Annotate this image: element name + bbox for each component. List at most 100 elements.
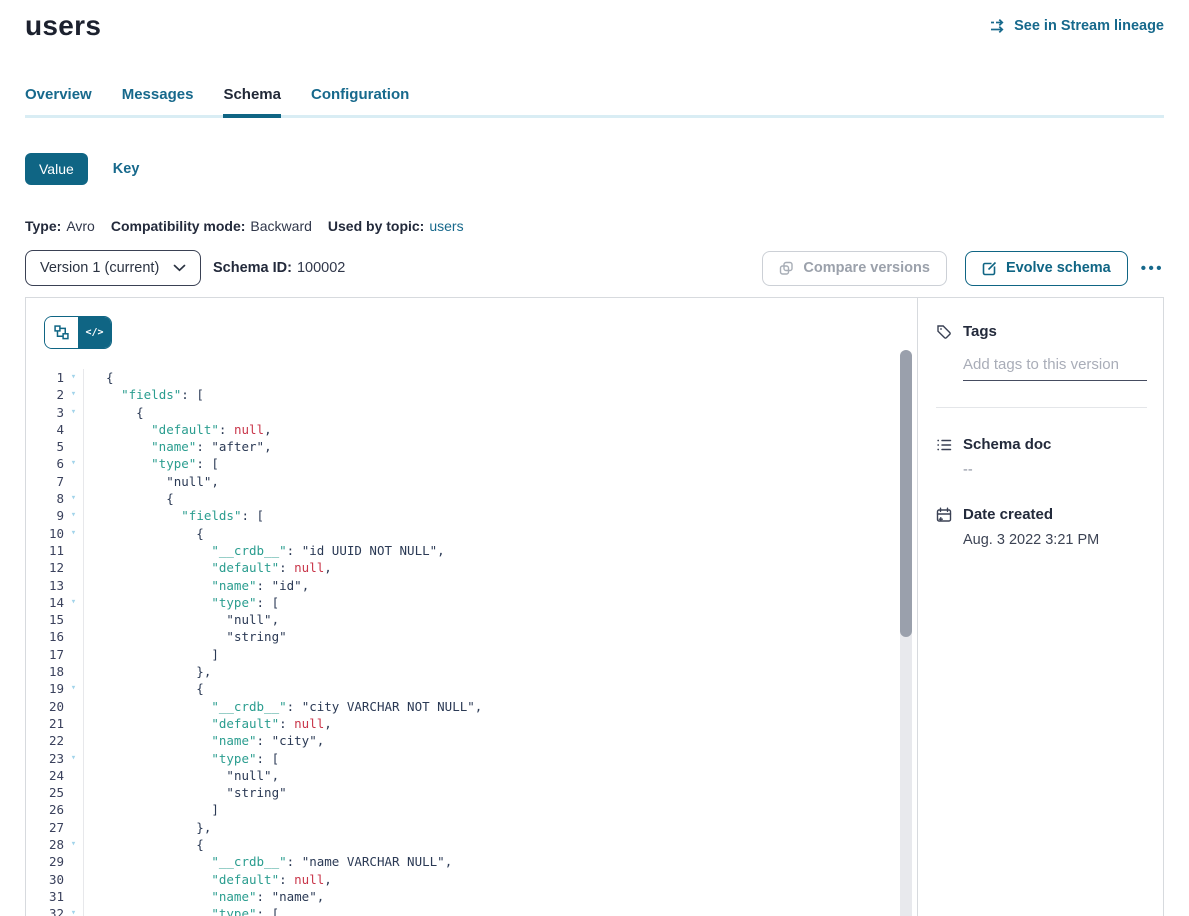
code-line: 20 "__crdb__": "city VARCHAR NOT NULL", — [44, 698, 917, 715]
fold-toggle-icon[interactable]: ▾ — [64, 680, 83, 697]
tree-view-button[interactable] — [45, 317, 78, 348]
code-line: 30 "default": null, — [44, 871, 917, 888]
line-number: 27 — [44, 819, 64, 836]
topic-link[interactable]: users — [429, 218, 463, 234]
value-toggle-button[interactable]: Value — [25, 153, 88, 185]
code-text: "name": "city", — [83, 732, 917, 749]
code-line: 10▾ { — [44, 525, 917, 542]
code-line: 26 ] — [44, 801, 917, 818]
fold-spacer — [64, 438, 83, 455]
line-number: 10 — [44, 525, 64, 542]
fold-spacer — [64, 628, 83, 645]
fold-spacer — [64, 611, 83, 628]
evolve-schema-button[interactable]: Evolve schema — [965, 251, 1128, 286]
code-line: 29 "__crdb__": "name VARCHAR NULL", — [44, 853, 917, 870]
fold-toggle-icon[interactable]: ▾ — [64, 905, 83, 916]
fold-toggle-icon[interactable]: ▾ — [64, 369, 83, 386]
code-text: "default": null, — [83, 559, 917, 576]
code-line: 27 }, — [44, 819, 917, 836]
code-text: { — [83, 404, 917, 421]
code-view-button[interactable]: </> — [78, 317, 111, 348]
code-line: 7 "null", — [44, 473, 917, 490]
date-created-title: Date created — [963, 506, 1053, 523]
type-value: Avro — [66, 218, 95, 234]
key-toggle-button[interactable]: Key — [113, 161, 140, 177]
fold-spacer — [64, 542, 83, 559]
line-number: 4 — [44, 421, 64, 438]
line-number: 31 — [44, 888, 64, 905]
line-number: 3 — [44, 404, 64, 421]
fold-toggle-icon[interactable]: ▾ — [64, 507, 83, 524]
code-text: "type": [ — [83, 750, 917, 767]
fold-toggle-icon[interactable]: ▾ — [64, 490, 83, 507]
tab-configuration[interactable]: Configuration — [311, 86, 409, 118]
code-line: 24 "null", — [44, 767, 917, 784]
line-number: 6 — [44, 455, 64, 472]
tab-bar-underline-track — [25, 115, 1164, 118]
code-text: "default": null, — [83, 871, 917, 888]
code-text: { — [83, 369, 917, 386]
fold-toggle-icon[interactable]: ▾ — [64, 455, 83, 472]
code-line: 5 "name": "after", — [44, 438, 917, 455]
line-number: 13 — [44, 577, 64, 594]
scrollbar-thumb[interactable] — [900, 350, 912, 637]
schema-id: Schema ID:100002 — [213, 260, 345, 276]
code-line: 6▾ "type": [ — [44, 455, 917, 472]
code-line: 1▾{ — [44, 369, 917, 386]
fold-toggle-icon[interactable]: ▾ — [64, 404, 83, 421]
version-action-bar: Version 1 (current) Schema ID:100002 Com… — [25, 250, 1164, 286]
code-line: 19▾ { — [44, 680, 917, 697]
fold-toggle-icon[interactable]: ▾ — [64, 525, 83, 542]
line-number: 5 — [44, 438, 64, 455]
see-in-stream-lineage-link[interactable]: See in Stream lineage — [989, 18, 1164, 34]
tags-title: Tags — [963, 323, 997, 340]
fold-toggle-icon[interactable]: ▾ — [64, 594, 83, 611]
compare-versions-button[interactable]: Compare versions — [762, 251, 947, 286]
tags-section: Tags — [936, 323, 1147, 381]
fold-spacer — [64, 421, 83, 438]
compare-icon — [779, 261, 794, 276]
code-line: 17 ] — [44, 646, 917, 663]
version-select[interactable]: Version 1 (current) — [25, 250, 201, 286]
code-text: { — [83, 836, 917, 853]
chevron-down-icon — [173, 264, 186, 272]
more-actions-button[interactable]: ••• — [1141, 260, 1164, 277]
schema-doc-section: Schema doc -- — [936, 436, 1147, 478]
line-number: 28 — [44, 836, 64, 853]
fold-spacer — [64, 871, 83, 888]
line-number: 8 — [44, 490, 64, 507]
fold-toggle-icon[interactable]: ▾ — [64, 750, 83, 767]
code-line: 21 "default": null, — [44, 715, 917, 732]
line-number: 26 — [44, 801, 64, 818]
fold-toggle-icon[interactable]: ▾ — [64, 836, 83, 853]
line-number: 12 — [44, 559, 64, 576]
page-header: users See in Stream lineage — [25, 10, 1164, 42]
line-number: 21 — [44, 715, 64, 732]
line-number: 14 — [44, 594, 64, 611]
code-text: "type": [ — [83, 905, 917, 916]
add-tags-input[interactable] — [963, 356, 1147, 381]
code-text: "__crdb__": "id UUID NOT NULL", — [83, 542, 917, 559]
schema-sidebar: Tags Schema doc — [917, 298, 1163, 916]
fold-toggle-icon[interactable]: ▾ — [64, 386, 83, 403]
vertical-scrollbar[interactable] — [900, 350, 912, 916]
schema-panel: </> 1▾{2▾ "fields": [3▾ {4 "default": nu… — [25, 297, 1164, 916]
code-line: 25 "string" — [44, 784, 917, 801]
tab-messages[interactable]: Messages — [122, 86, 194, 118]
schema-code-viewer: </> 1▾{2▾ "fields": [3▾ {4 "default": nu… — [26, 298, 917, 916]
version-select-value: Version 1 (current) — [40, 260, 159, 276]
compare-button-label: Compare versions — [803, 260, 930, 276]
tag-icon — [936, 324, 952, 340]
fold-spacer — [64, 559, 83, 576]
code-text: ] — [83, 801, 917, 818]
tab-overview[interactable]: Overview — [25, 86, 92, 118]
code-text: "null", — [83, 473, 917, 490]
code-line: 18 }, — [44, 663, 917, 680]
date-created-header: Date created — [936, 506, 1147, 523]
code-line: 9▾ "fields": [ — [44, 507, 917, 524]
line-number: 24 — [44, 767, 64, 784]
tab-schema[interactable]: Schema — [223, 86, 281, 118]
compatibility-value: Backward — [250, 218, 311, 234]
tree-view-icon — [54, 325, 69, 340]
code-line: 11 "__crdb__": "id UUID NOT NULL", — [44, 542, 917, 559]
